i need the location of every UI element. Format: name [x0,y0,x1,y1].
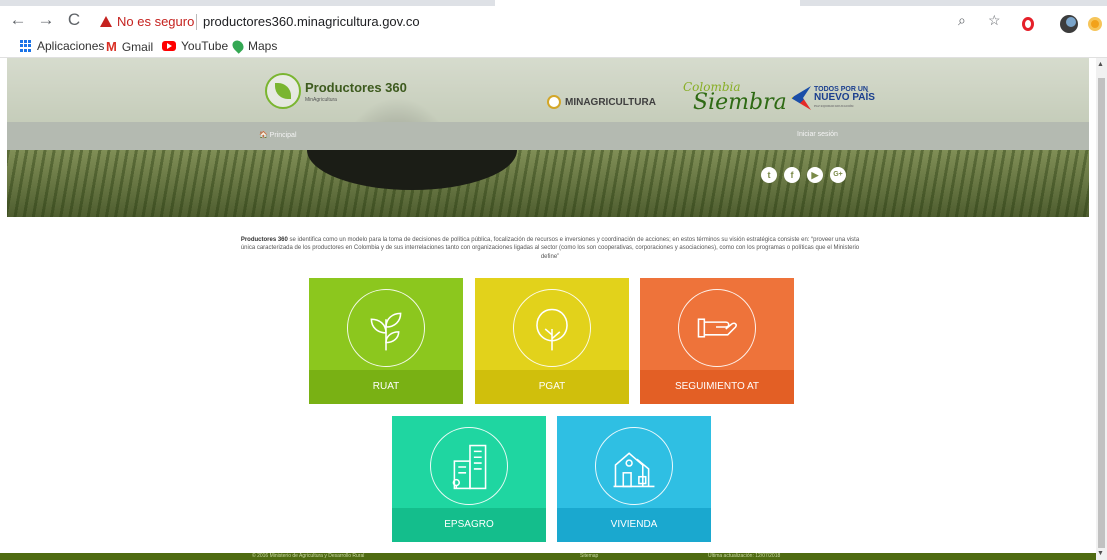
card-label: VIVIENDA [557,508,711,542]
bookmarks-bar: Aplicaciones M Gmail YouTube Maps [0,34,1107,58]
intro-paragraph: Productores 360 se identifica como un mo… [240,236,860,261]
bookmark-star-icon[interactable]: ☆ [988,12,1001,29]
epsagro-card[interactable]: EPSAGRO [392,416,546,542]
facebook-icon[interactable]: f [784,167,800,183]
menu-login-link[interactable]: Iniciar sesión [797,131,838,138]
apps-grid-icon [20,40,32,52]
buildings-icon [430,427,508,505]
url-field[interactable]: productores360.minagricultura.gov.co [203,14,420,29]
vivienda-card[interactable]: VIVIENDA [557,416,711,542]
twitter-icon[interactable]: t [761,167,777,183]
extension-icon[interactable] [1088,17,1102,31]
logo-title: Productores 360 [305,80,407,95]
bookmark-label: Maps [248,39,278,53]
address-bar-row: ← → C No es seguro productores360.minagr… [0,6,1107,34]
coat-of-arms-icon [547,95,561,109]
tricolor-arrow-icon [791,86,811,110]
zoom-icon[interactable]: ⌕ [958,12,966,29]
ministry-name: MINAGRICULTURA [565,96,656,108]
ruat-card[interactable]: RUAT [309,278,463,404]
intro-bold: Productores 360 [240,237,288,243]
bookmark-gmail[interactable]: M Gmail [106,39,153,54]
productores-logo[interactable]: Productores 360 MinAgricultura [265,73,407,109]
scrollbar-thumb[interactable] [1098,78,1105,548]
pgat-card[interactable]: PGAT [475,278,629,404]
page-footer: © 2016 Ministerio de Agricultura y Desar… [0,553,1096,560]
security-indicator[interactable]: No es seguro [100,14,194,29]
todos-line2: NUEVO PAÍS [814,92,875,103]
opera-extension-icon[interactable] [1022,17,1034,31]
leaf-logo-icon [265,73,301,109]
todos-por-un-nuevo-pais-logo: TODOS POR UN NUEVO PAÍS PAZ EQUIDAD EDUCAC… [791,86,875,110]
main-menu: 🏠 Principal Iniciar sesión [7,122,1089,150]
intro-text: se identifica como un modelo para la tom… [240,237,860,260]
footer-sitemap-link[interactable]: Sitemap [580,553,598,559]
bookmark-maps[interactable]: Maps [230,38,278,54]
bookmark-youtube[interactable]: YouTube [162,39,228,53]
footer-copyright: © 2016 Ministerio de Agricultura y Desar… [252,553,365,559]
sprout-icon [347,289,425,367]
maps-icon [230,38,246,54]
hero-banner: Productores 360 MinAgricultura MINAGRICU… [7,58,1089,217]
todos-line3: PAZ EQUIDAD EDUCACIÓN [814,104,854,108]
profile-avatar[interactable] [1060,15,1078,33]
card-label: RUAT [309,370,463,404]
warning-icon [100,16,112,27]
foliage-background [7,150,1089,217]
scroll-down-arrow-icon[interactable]: ▼ [1097,550,1104,557]
security-label: No es seguro [117,14,195,29]
address-separator [196,14,197,30]
card-label: PGAT [475,370,629,404]
google-plus-icon[interactable]: G+ [830,167,846,183]
card-label: SEGUIMIENTO AT [640,370,794,404]
reload-icon[interactable]: C [64,10,84,30]
house-icon [595,427,673,505]
bookmark-label: Aplicaciones [37,39,105,53]
vertical-scrollbar[interactable]: ▲ ▼ [1096,58,1107,560]
footer-updated: Última actualización: 12/07/2018 [708,553,781,559]
tree-icon [513,289,591,367]
gmail-icon: M [106,39,117,54]
menu-home-link[interactable]: 🏠 Principal [259,131,297,139]
minagricultura-logo: MINAGRICULTURA [547,91,677,113]
colombia-siembra-logo: Colombia Siembra [683,80,787,115]
bookmark-label: YouTube [181,39,229,53]
bookmark-apps[interactable]: Aplicaciones [20,39,104,53]
hand-icon [678,289,756,367]
page-viewport: Productores 360 MinAgricultura MINAGRICU… [0,58,1096,560]
scroll-up-arrow-icon[interactable]: ▲ [1097,61,1104,68]
siembra-text: Siembra [693,90,787,115]
youtube-icon[interactable]: ▶ [807,167,823,183]
seguimiento-at-card[interactable]: SEGUIMIENTO AT [640,278,794,404]
bookmark-label: Gmail [121,39,154,54]
back-arrow-icon[interactable]: ← [8,10,28,30]
forward-arrow-icon[interactable]: → [36,10,56,30]
youtube-icon [162,41,176,51]
logo-subtitle: MinAgricultura [305,97,337,103]
card-label: EPSAGRO [392,508,546,542]
